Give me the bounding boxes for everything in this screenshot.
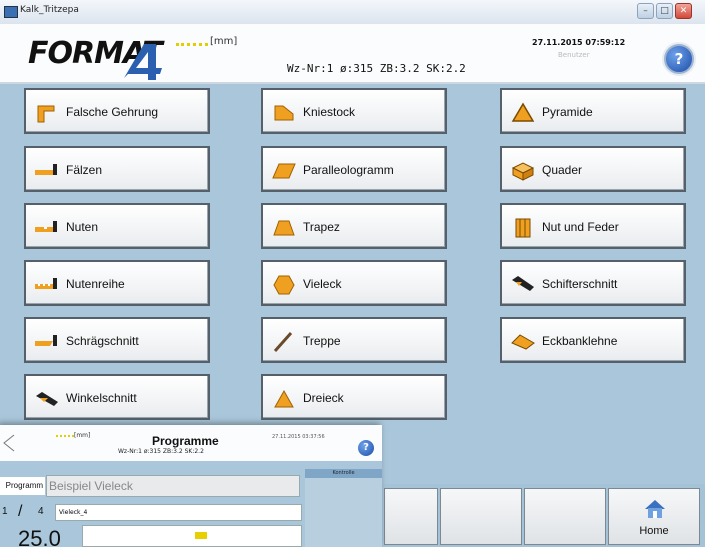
bevel-cut-icon [35, 335, 57, 346]
button-label: Vieleck [303, 277, 342, 291]
programme-preview-panel: [mm] Programme Wz-Nr:1 ø:315 ZB:3.2 SK:2… [0, 425, 382, 547]
toolbar-slot-1[interactable] [384, 488, 438, 545]
button-label: Schifterschnitt [542, 277, 618, 291]
preview-tool-info: Wz-Nr:1 ø:315 ZB:3.2 SK:2.2 [118, 448, 204, 455]
knee-wall-icon [274, 105, 294, 121]
stair-icon [273, 332, 293, 352]
preview-help-button[interactable]: ? [358, 440, 374, 456]
unit-bar-icon [56, 431, 74, 437]
unit-indicator: [mm] [176, 36, 237, 47]
button-nutenreihe[interactable]: Nutenreihe [24, 260, 210, 306]
button-label: Nutenreihe [66, 277, 125, 291]
groove-icon [35, 221, 57, 232]
button-schifterschnitt[interactable]: Schifterschnitt [500, 260, 686, 306]
polygon-icon [273, 275, 295, 295]
window-title: Kalk_Tritzepa [20, 5, 79, 15]
button-label: Treppe [303, 334, 341, 348]
home-button[interactable]: Home [608, 488, 700, 545]
miter-icon [37, 105, 55, 123]
format4-logo-mark [124, 44, 162, 80]
button-falsche-gehrung[interactable]: Falsche Gehrung [24, 88, 210, 134]
button-eckbanklehne[interactable]: Eckbanklehne [500, 317, 686, 363]
button-schraegschnitt[interactable]: Schrägschnitt [24, 317, 210, 363]
programme-label: Programm [0, 477, 45, 495]
side-panel-header: Kontrolle [305, 469, 382, 478]
preview-datetime: 27.11.2015 03:37:56 [272, 434, 325, 440]
item-name-field[interactable]: Vieleck_4 [55, 504, 302, 521]
button-pyramide[interactable]: Pyramide [500, 88, 686, 134]
button-treppe[interactable]: Treppe [261, 317, 447, 363]
preview-drawing-area [82, 525, 302, 547]
button-label: Trapez [303, 220, 340, 234]
button-label: Falsche Gehrung [66, 105, 159, 119]
preview-side-panel: Kontrolle [305, 469, 382, 547]
button-kniestock[interactable]: Kniestock [261, 88, 447, 134]
compound-cut-icon [512, 276, 534, 291]
back-icon [3, 434, 15, 452]
rebate-icon [35, 164, 57, 175]
title-bar: Kalk_Tritzepa – □ ✕ [0, 0, 705, 25]
tongue-groove-icon [515, 218, 531, 238]
button-dreieck[interactable]: Dreieck [261, 374, 447, 420]
maximize-button[interactable]: □ [656, 3, 673, 19]
trapezoid-icon [273, 220, 295, 236]
application-window: Kalk_Tritzepa – □ ✕ FORMAT [mm] Wz-Nr:1 … [0, 0, 705, 547]
groove-row-icon [35, 278, 57, 289]
button-label: Paralleologramm [303, 163, 394, 177]
app-icon [4, 6, 18, 18]
marker-icon [195, 532, 207, 539]
tool-info: Wz-Nr:1 ø:315 ZB:3.2 SK:2.2 [287, 62, 466, 75]
item-current: 1 [2, 506, 8, 517]
dimension-value: 25.0 [18, 526, 61, 547]
home-icon [645, 500, 665, 518]
toolbar-slot-3[interactable] [524, 488, 606, 545]
button-winkelschnitt[interactable]: Winkelschnitt [24, 374, 210, 420]
angle-cut-icon [36, 392, 58, 406]
home-label: Home [639, 525, 669, 537]
button-nuten[interactable]: Nuten [24, 203, 210, 249]
parallelogram-icon [272, 163, 296, 179]
button-trapez[interactable]: Trapez [261, 203, 447, 249]
item-separator: / [18, 503, 23, 520]
format4-logo: FORMAT [28, 36, 163, 80]
button-quader[interactable]: Quader [500, 146, 686, 192]
preview-unit-label: [mm] [74, 432, 91, 439]
button-label: Dreieck [303, 391, 344, 405]
cuboid-icon [511, 162, 535, 181]
button-faelzen[interactable]: Fälzen [24, 146, 210, 192]
minimize-button[interactable]: – [637, 3, 654, 19]
help-button[interactable]: ? [664, 44, 694, 74]
button-label: Nut und Feder [542, 220, 619, 234]
button-label: Pyramide [542, 105, 593, 119]
button-label: Fälzen [66, 163, 103, 177]
programme-field[interactable]: Beispiel Vieleck [46, 475, 300, 497]
button-label: Schrägschnitt [66, 334, 139, 348]
close-button[interactable]: ✕ [675, 3, 692, 19]
unit-bar-icon [176, 36, 208, 46]
triangle-icon [274, 389, 294, 408]
button-label: Nuten [66, 220, 99, 234]
button-label: Winkelschnitt [66, 391, 137, 405]
pyramid-icon [511, 102, 535, 122]
toolbar-slot-2[interactable] [440, 488, 522, 545]
bench-back-icon [511, 334, 535, 350]
button-nut-und-feder[interactable]: Nut und Feder [500, 203, 686, 249]
preview-unit: [mm] [56, 431, 90, 439]
datetime: 27.11.2015 07:59:12 [532, 38, 626, 47]
button-paralleologramm[interactable]: Paralleologramm [261, 146, 447, 192]
item-total: 4 [38, 506, 44, 517]
button-label: Quader [542, 163, 583, 177]
header: FORMAT [mm] Wz-Nr:1 ø:315 ZB:3.2 SK:2.2 … [0, 24, 705, 84]
preview-header: [mm] Programme Wz-Nr:1 ø:315 ZB:3.2 SK:2… [0, 425, 382, 461]
user-label: Benutzer [558, 51, 590, 59]
button-label: Kniestock [303, 105, 356, 119]
button-label: Eckbanklehne [542, 334, 618, 348]
unit-label: [mm] [210, 36, 238, 47]
preview-title: Programme [152, 434, 219, 448]
button-vieleck[interactable]: Vieleck [261, 260, 447, 306]
